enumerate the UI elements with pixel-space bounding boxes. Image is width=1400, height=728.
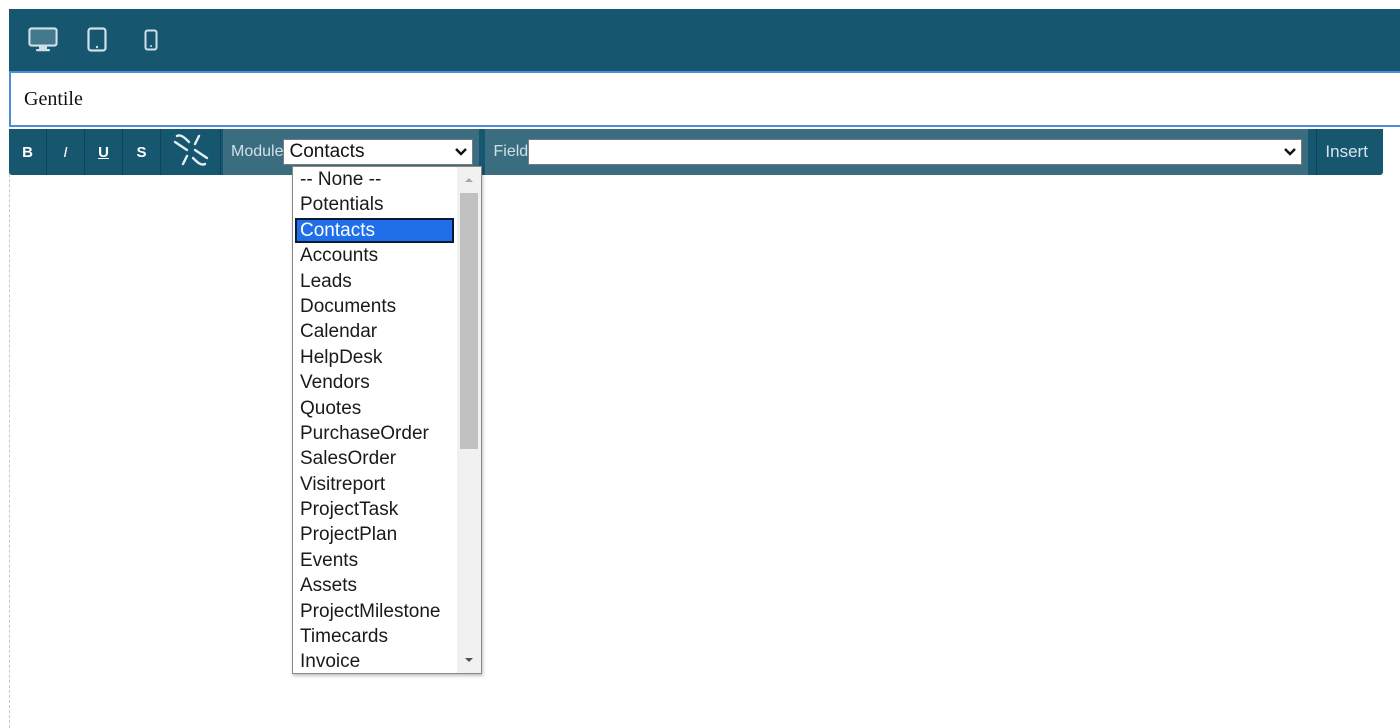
italic-button[interactable]: I xyxy=(47,129,85,175)
scroll-up-icon[interactable] xyxy=(457,169,481,191)
underline-button[interactable]: U xyxy=(85,129,123,175)
unlink-button[interactable] xyxy=(161,129,221,175)
insert-button[interactable]: Insert xyxy=(1316,129,1376,175)
module-label: Module xyxy=(231,143,284,160)
module-option[interactable]: Assets xyxy=(293,573,456,598)
module-option[interactable]: ProjectPlan xyxy=(293,522,456,547)
module-option[interactable]: Potentials xyxy=(293,192,456,217)
mobile-view-button[interactable] xyxy=(131,20,171,60)
module-option[interactable]: Documents xyxy=(293,294,456,319)
module-selected-value: Contacts xyxy=(289,141,365,162)
module-option[interactable]: Leads xyxy=(293,269,456,294)
module-option[interactable]: Vendors xyxy=(293,370,456,395)
desktop-icon xyxy=(28,27,58,53)
tablet-icon xyxy=(87,27,107,53)
chevron-down-icon xyxy=(454,147,468,157)
module-option[interactable]: Timecards xyxy=(293,624,456,649)
module-select[interactable]: Contacts xyxy=(283,139,474,165)
text-content: Gentile xyxy=(24,87,83,110)
mobile-icon xyxy=(144,29,158,51)
module-option[interactable]: -- None -- xyxy=(293,167,456,192)
module-dropdown-list: -- None -- Potentials Contacts Accounts Lead… xyxy=(292,166,482,674)
module-option[interactable]: ProjectTask xyxy=(293,497,456,522)
module-option[interactable]: HelpDesk xyxy=(293,345,456,370)
scroll-down-icon[interactable] xyxy=(457,649,481,671)
module-option[interactable]: Visitreport xyxy=(293,472,456,497)
module-option[interactable]: Contacts xyxy=(295,217,454,244)
dropdown-scrollbar[interactable] xyxy=(457,167,481,673)
field-group: Field xyxy=(485,129,1309,175)
module-option[interactable]: Calendar xyxy=(293,319,456,344)
module-option[interactable]: PurchaseOrder xyxy=(293,421,456,446)
scrollbar-thumb[interactable] xyxy=(460,193,478,449)
strikethrough-button[interactable]: S xyxy=(123,129,161,175)
module-options: -- None -- Potentials Contacts Accounts Lead… xyxy=(293,167,456,673)
desktop-view-button[interactable] xyxy=(23,20,63,60)
device-preview-bar xyxy=(9,9,1400,71)
module-option[interactable]: Events xyxy=(293,548,456,573)
module-option[interactable]: SalesOrder xyxy=(293,446,456,471)
rich-text-toolbar: B I U S Module Contacts Field Insert xyxy=(9,129,1383,175)
module-option[interactable]: ProjectMilestone xyxy=(293,599,456,624)
module-option[interactable]: Invoice xyxy=(293,649,456,673)
chevron-down-icon xyxy=(1283,147,1297,157)
editable-text-block[interactable]: Gentile xyxy=(9,71,1400,127)
unlink-icon xyxy=(171,130,211,174)
field-select[interactable] xyxy=(528,139,1303,165)
field-label: Field xyxy=(493,143,529,160)
module-option[interactable]: Accounts xyxy=(293,243,456,268)
tablet-view-button[interactable] xyxy=(77,20,117,60)
bold-button[interactable]: B xyxy=(9,129,47,175)
module-option[interactable]: Quotes xyxy=(293,396,456,421)
